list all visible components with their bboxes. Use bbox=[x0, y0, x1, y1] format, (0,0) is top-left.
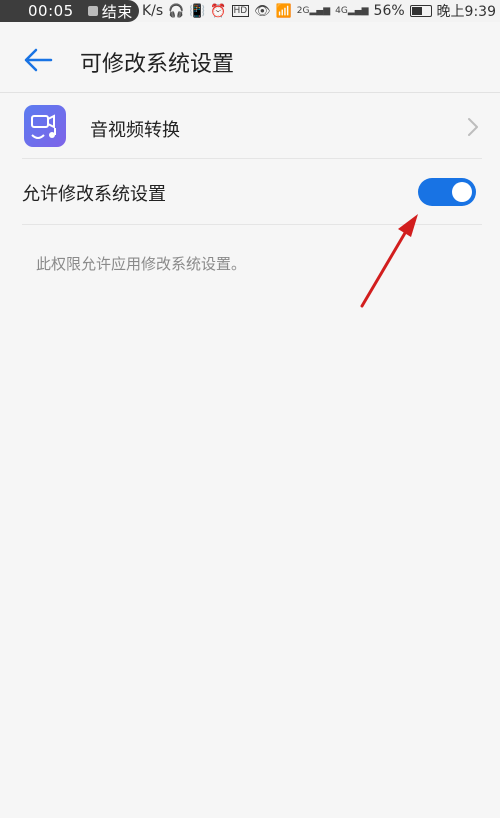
toggle-knob bbox=[452, 182, 472, 202]
status-indicators: K/s 🎧 📳 ⏰ HD 👁 📶 2G▂▄▆ 4G▂▄▆ 56% 晚上9:39 bbox=[142, 0, 496, 22]
wifi-icon: 📶 bbox=[275, 3, 292, 19]
page-title: 可修改系统设置 bbox=[80, 52, 235, 77]
app-name: 音视频转换 bbox=[90, 120, 180, 141]
back-button[interactable] bbox=[20, 42, 56, 78]
battery-percent: 56% bbox=[373, 3, 405, 19]
header-divider bbox=[0, 92, 500, 93]
allow-modify-settings-toggle[interactable] bbox=[418, 178, 476, 206]
screen-recording-pill[interactable]: 00:05 结束 bbox=[0, 0, 139, 22]
battery-icon bbox=[409, 5, 432, 17]
eye-icon: 👁 bbox=[254, 3, 271, 19]
status-bar: 00:05 结束 K/s 🎧 📳 ⏰ HD 👁 📶 2G▂▄▆ 4G▂▄▆ 56… bbox=[0, 0, 500, 22]
app-info-row[interactable]: 音视频转换 bbox=[0, 96, 500, 158]
hd-icon: HD bbox=[231, 5, 250, 17]
stop-recording-label: 结束 bbox=[101, 2, 133, 21]
row-divider bbox=[22, 224, 482, 225]
signal-2g-icon: 2G▂▄▆ bbox=[296, 6, 331, 16]
signal-4g-icon: 4G▂▄▆ bbox=[335, 6, 369, 16]
headphones-icon: 🎧 bbox=[168, 3, 185, 19]
recording-time: 00:05 bbox=[28, 2, 74, 20]
video-convert-icon bbox=[24, 105, 66, 147]
back-arrow-icon bbox=[24, 48, 53, 72]
vibrate-icon: 📳 bbox=[189, 3, 206, 19]
chevron-right-icon bbox=[468, 118, 478, 136]
allow-modify-settings-label: 允许修改系统设置 bbox=[22, 184, 166, 205]
stop-icon bbox=[87, 6, 98, 16]
app-bar: 可修改系统设置 bbox=[0, 22, 500, 92]
permission-description: 此权限允许应用修改系统设置。 bbox=[36, 255, 247, 273]
allow-modify-settings-row[interactable]: 允许修改系统设置 bbox=[0, 160, 500, 224]
clock: 晚上9:39 bbox=[436, 4, 496, 20]
network-speed-unit: K/s bbox=[142, 3, 164, 19]
row-divider bbox=[22, 158, 482, 159]
alarm-icon: ⏰ bbox=[210, 3, 227, 19]
